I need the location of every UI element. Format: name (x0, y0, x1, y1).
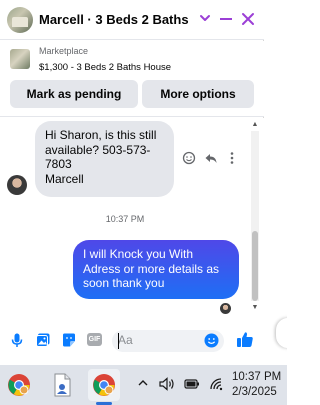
microphone-icon[interactable] (9, 332, 25, 348)
listing-thumbnail[interactable] (10, 49, 30, 69)
volume-icon[interactable] (158, 376, 176, 392)
desktop-background (265, 0, 287, 365)
message-line: available? 503-573- (45, 142, 151, 157)
message-composer: GIF Aa (0, 318, 264, 365)
outgoing-message-bubble[interactable]: I will Knock you With Adress or more det… (73, 240, 239, 299)
sticker-icon[interactable] (61, 332, 77, 348)
mark-as-pending-button[interactable]: Mark as pending (10, 80, 138, 108)
chat-header: Marcell · 3 Beds 2 Baths H… (0, 0, 264, 40)
reply-icon[interactable] (204, 151, 218, 165)
close-icon[interactable] (240, 11, 256, 27)
scrollbar-track[interactable] (251, 131, 259, 301)
text-caret (118, 333, 119, 349)
clock-time: 10:37 PM (232, 371, 282, 383)
chrome-icon (8, 374, 30, 396)
sender-avatar[interactable] (7, 175, 27, 195)
scrollbar-thumb[interactable] (252, 231, 258, 301)
message-line: 7803 (45, 157, 72, 171)
messages-scrollbar[interactable]: ▲ ▼ (251, 121, 259, 314)
chat-head-edge[interactable] (276, 318, 287, 348)
battery-icon[interactable] (183, 376, 201, 392)
chrome-taskbar-button-active[interactable] (88, 369, 120, 401)
document-icon (54, 373, 71, 397)
chevron-down-icon[interactable] (198, 11, 212, 25)
wifi-icon[interactable] (208, 376, 226, 392)
incoming-message-bubble[interactable]: Hi Sharon, is this still available? 503-… (35, 121, 174, 197)
message-timestamp: 10:37 PM (105, 214, 145, 224)
chat-title[interactable]: Marcell · 3 Beds 2 Baths H… (39, 12, 191, 27)
photo-icon[interactable] (35, 332, 51, 348)
screen: Marcell · 3 Beds 2 Baths H… Marketplace … (0, 0, 287, 405)
more-options-button[interactable]: More options (142, 80, 254, 108)
chrome-taskbar-button[interactable] (3, 369, 35, 401)
more-vertical-icon[interactable] (227, 151, 237, 165)
minimize-icon[interactable] (220, 18, 232, 20)
show-hidden-icons-chevron-icon[interactable] (136, 376, 150, 390)
clock-date: 2/3/2025 (232, 386, 277, 398)
emoji-icon[interactable] (204, 333, 219, 348)
scroll-up-arrow-icon[interactable]: ▲ (251, 121, 259, 129)
marketplace-bar: Marketplace $1,300 - 3 Beds 2 Baths Hous… (0, 41, 264, 117)
scroll-down-arrow-icon[interactable]: ▼ (251, 304, 259, 312)
message-line: Marcell (45, 171, 84, 186)
listing-avatar[interactable] (7, 7, 33, 33)
react-emoji-icon[interactable] (182, 151, 196, 165)
system-clock[interactable]: 10:37 PM 2/3/2025 (232, 370, 287, 400)
chrome-icon (93, 374, 115, 396)
gif-icon[interactable]: GIF (87, 333, 102, 346)
message-line: Hi Sharon, is this still (45, 128, 157, 142)
taskbar: 10:37 PM 2/3/2025 (0, 365, 287, 405)
document-taskbar-button[interactable] (46, 369, 78, 401)
like-thumb-icon[interactable] (236, 330, 254, 348)
listing-title[interactable]: $1,300 - 3 Beds 2 Baths House (39, 62, 171, 73)
messenger-chat-window: Marcell · 3 Beds 2 Baths H… Marketplace … (0, 0, 264, 365)
seen-indicator-avatar (220, 303, 231, 314)
marketplace-label: Marketplace (39, 46, 89, 56)
